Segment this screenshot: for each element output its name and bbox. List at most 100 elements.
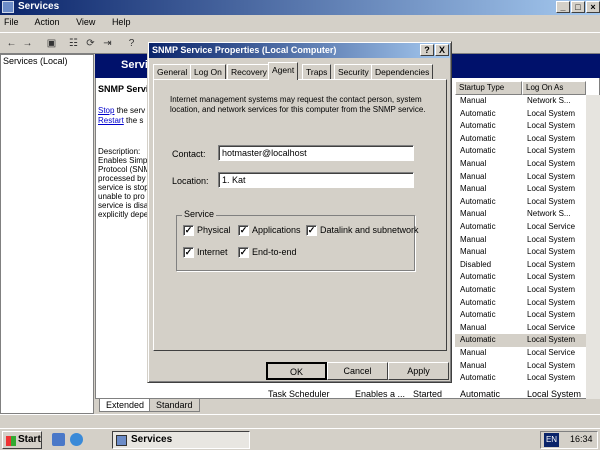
close-icon[interactable]: ×: [586, 1, 600, 13]
service-actions: Stop the serv Restart the s: [98, 106, 145, 126]
table-row[interactable]: Automatic Local System: [455, 120, 600, 133]
properties-icon[interactable]: ☷: [66, 37, 81, 51]
table-row[interactable]: Automatic Local System: [455, 145, 600, 158]
menubar: File Action View Help: [0, 15, 600, 32]
log-on-as-cell: Local System: [527, 389, 582, 399]
restart-service-link[interactable]: Restart: [98, 116, 124, 125]
internet-explorer-icon[interactable]: [70, 433, 83, 446]
table-row[interactable]: Manual Network S...: [455, 208, 600, 221]
column-header-log-on-as[interactable]: Log On As: [522, 81, 586, 95]
forward-arrow-icon[interactable]: →: [20, 37, 35, 51]
table-row[interactable]: Disabled Local System: [455, 259, 600, 272]
checkmark-icon: ✓: [238, 247, 249, 258]
clock[interactable]: 16:34: [570, 434, 593, 444]
startup-type-cell: Manual: [460, 247, 487, 257]
table-row[interactable]: Manual Local Service: [455, 322, 600, 335]
log-on-as-cell: Local System: [527, 285, 576, 294]
tab-agent[interactable]: Agent: [268, 62, 299, 80]
contact-label: Contact:: [172, 149, 206, 159]
tab-general[interactable]: General: [153, 64, 192, 79]
services-app-icon: [116, 435, 127, 446]
table-row[interactable]: Automatic Local System: [455, 271, 600, 284]
table-row[interactable]: Manual Local System: [455, 360, 600, 373]
stop-service-link[interactable]: Stop: [98, 106, 114, 115]
services-app-icon: [2, 1, 14, 13]
tab-standard[interactable]: Standard: [149, 399, 200, 412]
tree-node-services-local[interactable]: Services (Local): [3, 56, 68, 66]
close-button[interactable]: X: [435, 44, 449, 56]
log-on-as-cell: Local System: [527, 159, 576, 168]
restart-link-suffix: the s: [123, 116, 144, 125]
tab-security[interactable]: Security: [334, 64, 373, 79]
log-on-as-cell: Network S...: [527, 96, 571, 105]
menu-help[interactable]: Help: [112, 17, 131, 27]
table-row[interactable]: Manual Local System: [455, 246, 600, 259]
menu-view[interactable]: View: [76, 17, 95, 27]
show-desktop-icon[interactable]: [52, 433, 65, 446]
location-field[interactable]: 1. Kat: [218, 172, 414, 188]
table-row[interactable]: Manual Local System: [455, 234, 600, 247]
maximize-icon[interactable]: □: [571, 1, 585, 13]
table-row[interactable]: Automatic Local System: [455, 133, 600, 146]
apply-button[interactable]: Apply: [388, 362, 449, 380]
table-row[interactable]: Manual Network S...: [455, 95, 600, 108]
startup-type-cell: Manual: [460, 96, 487, 105]
show-hide-tree-icon[interactable]: ▣: [44, 37, 59, 51]
taskbar-item-services[interactable]: Services: [112, 431, 250, 449]
back-arrow-icon[interactable]: ←: [4, 37, 19, 51]
log-on-as-cell: Local System: [527, 310, 576, 320]
startup-type-cell: Automatic: [460, 285, 496, 294]
table-row[interactable]: Automatic Local System: [455, 284, 600, 297]
menu-file[interactable]: File: [4, 17, 19, 27]
table-row[interactable]: Manual Local System: [455, 171, 600, 184]
checkmark-icon: ✓: [238, 225, 249, 236]
log-on-as-cell: Local System: [527, 234, 576, 244]
table-row[interactable]: Automatic Local System: [455, 196, 600, 209]
refresh-icon[interactable]: ⟳: [83, 37, 98, 51]
column-header-startup-type[interactable]: Startup Type: [455, 81, 522, 95]
startup-type-cell: Manual: [460, 234, 487, 244]
tab-extended[interactable]: Extended: [99, 399, 152, 412]
log-on-as-cell: Local System: [527, 272, 576, 282]
startup-type-cell: Manual: [460, 360, 487, 370]
table-row[interactable]: Manual Local Service: [455, 347, 600, 360]
language-indicator[interactable]: EN: [544, 433, 559, 447]
startup-type-cell: Automatic: [460, 222, 496, 231]
table-row[interactable]: Automatic Local System: [455, 309, 600, 322]
startup-type-cell: Automatic: [460, 133, 496, 143]
tab-recovery[interactable]: Recovery: [227, 64, 271, 79]
startup-type-cell: Manual: [460, 159, 487, 168]
startup-type-cell: Manual: [460, 184, 487, 194]
tab-log-on[interactable]: Log On: [190, 64, 226, 79]
menu-action[interactable]: Action: [35, 17, 60, 27]
help-button[interactable]: ?: [420, 44, 434, 56]
service-description: Description: Enables Simpl Protocol (SNM…: [98, 147, 151, 219]
dialog-titlebar[interactable]: SNMP Service Properties (Local Computer)…: [149, 43, 450, 58]
service-name-cell: Task Scheduler: [268, 389, 330, 399]
applications-label: Applications: [252, 225, 301, 235]
table-row[interactable]: Manual Local System: [455, 158, 600, 171]
startup-type-cell: Automatic: [460, 146, 496, 156]
log-on-as-cell: Local System: [527, 259, 576, 269]
console-tree: Services (Local): [0, 54, 94, 414]
table-row[interactable]: Automatic Local Service: [455, 221, 600, 234]
window-titlebar[interactable]: Services _ □ ×: [0, 0, 600, 15]
service-description-cell: Enables a ...: [355, 389, 406, 399]
table-row[interactable]: Automatic Local System: [455, 297, 600, 310]
contact-field[interactable]: hotmaster@localhost: [218, 145, 414, 161]
tab-dependencies[interactable]: Dependencies: [371, 64, 434, 79]
tab-traps[interactable]: Traps: [302, 64, 332, 79]
startup-type-cell: Manual: [460, 348, 487, 357]
table-row[interactable]: Automatic Local System: [455, 372, 600, 385]
cancel-button[interactable]: Cancel: [327, 362, 388, 380]
table-row[interactable]: Automatic Local System: [455, 334, 600, 348]
minimize-icon[interactable]: _: [556, 1, 570, 13]
start-button[interactable]: Start: [2, 431, 42, 449]
table-row[interactable]: Automatic Local System: [455, 108, 600, 121]
log-on-as-cell: Local Service: [527, 222, 576, 231]
ok-button[interactable]: OK: [266, 362, 327, 380]
vertical-scrollbar[interactable]: [586, 95, 600, 399]
table-row[interactable]: Manual Local System: [455, 183, 600, 196]
export-list-icon[interactable]: ⇥: [100, 37, 115, 51]
help-icon[interactable]: ?: [124, 37, 139, 51]
